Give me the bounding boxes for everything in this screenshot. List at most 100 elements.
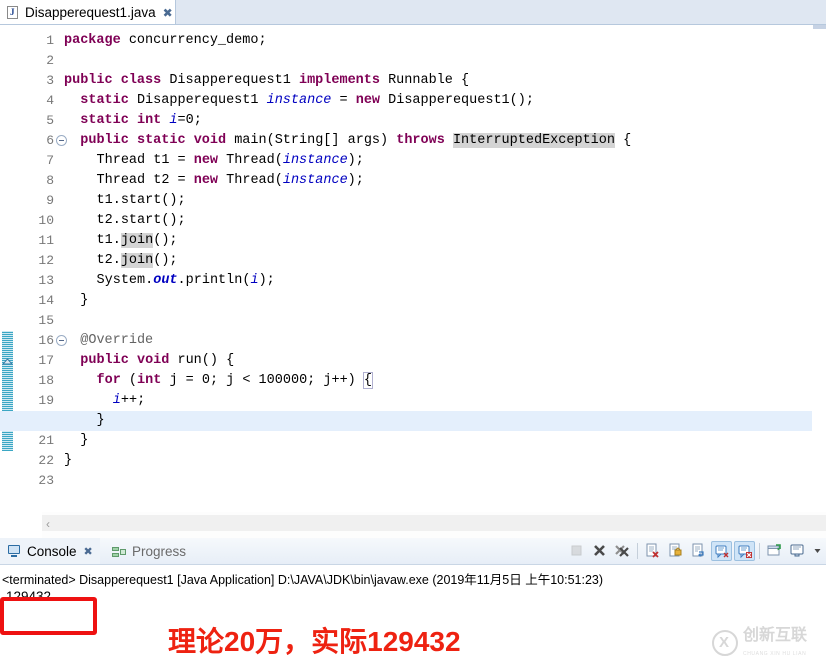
overview-ruler[interactable] [812, 25, 826, 512]
code-token: class [120, 73, 162, 88]
line-number-gutter: 1234567891011121314151617181920212223 [15, 25, 67, 512]
watermark-subtitle: CHUANG XIN HU LIAN [743, 651, 807, 657]
clear-console-icon[interactable] [642, 541, 663, 561]
code-token: concurrency_demo; [120, 33, 267, 48]
annotation-note: 理论20万，实际129432 [168, 626, 461, 657]
remove-launch-icon[interactable] [589, 541, 610, 561]
code-line[interactable] [60, 471, 64, 491]
console-icon [7, 544, 22, 558]
editor-horizontal-scrollbar[interactable]: ‹ [0, 512, 826, 538]
code-token: public [64, 73, 113, 88]
annotation-change-marker[interactable] [2, 331, 13, 451]
code-line[interactable]: t1.join(); [60, 231, 178, 251]
code-token: instance [282, 173, 348, 188]
code-token: join [120, 233, 154, 248]
code-token: for [96, 373, 121, 388]
code-line[interactable]: public class Disapperequest1 implements … [60, 71, 469, 91]
code-token: Runnable { [379, 73, 470, 88]
line-number: 6 [46, 133, 54, 148]
code-line[interactable]: t1.start(); [60, 191, 186, 211]
code-line[interactable]: static Disapperequest1 instance = new Di… [60, 91, 534, 111]
vertical-scrollbar-thumb[interactable] [813, 25, 826, 29]
console-status-line: <terminated> Disapperequest1 [Java Appli… [2, 573, 604, 587]
code-token: Disapperequest1 [128, 93, 267, 108]
code-token: } [96, 413, 105, 428]
code-token: new [193, 173, 219, 188]
code-editor[interactable]: 1234567891011121314151617181920212223 pa… [0, 25, 826, 512]
tab-progress[interactable]: Progress [105, 538, 193, 564]
open-console-dropdown-icon[interactable] [810, 541, 823, 561]
source-code-area[interactable]: package concurrency_demo;public class Di… [0, 25, 826, 512]
code-line[interactable]: Thread t2 = new Thread(instance); [60, 171, 364, 191]
code-line[interactable]: package concurrency_demo; [60, 31, 267, 51]
code-line[interactable]: for (int j = 0; j < 100000; j++) { [60, 371, 374, 391]
code-line[interactable]: Thread t1 = new Thread(instance); [60, 151, 364, 171]
code-token: throws [396, 133, 445, 148]
code-token: out [153, 273, 178, 288]
horizontal-scroll-track[interactable] [42, 515, 826, 531]
scroll-left-arrow-icon[interactable]: ‹ [46, 518, 50, 530]
editor-tab-disapperequest1[interactable]: J Disapperequest1.java ✖ [0, 0, 176, 25]
code-token: .println( [177, 273, 251, 288]
code-token: i [112, 393, 121, 408]
code-line[interactable]: t2.join(); [60, 251, 178, 271]
code-line[interactable]: System.out.println(i); [60, 271, 275, 291]
code-line[interactable]: t2.start(); [60, 211, 186, 231]
override-indicator-icon[interactable] [1, 355, 14, 366]
close-icon[interactable]: ✖ [163, 7, 173, 19]
code-line[interactable]: i++; [60, 391, 145, 411]
code-line[interactable]: public void run() { [60, 351, 234, 371]
code-line[interactable]: static int i=0; [60, 111, 202, 131]
code-line[interactable] [60, 51, 64, 71]
java-file-icon: J [6, 5, 20, 20]
line-number: 19 [38, 393, 54, 408]
code-line[interactable]: public static void main(String[] args) t… [60, 131, 631, 151]
line-number: 7 [46, 153, 54, 168]
code-token: ); [347, 173, 364, 188]
code-token: } [64, 453, 73, 468]
line-number: 14 [38, 293, 54, 308]
code-token: int [136, 113, 162, 128]
annotation-ruler[interactable] [0, 25, 15, 512]
close-icon[interactable]: ✖ [84, 545, 93, 558]
show-console-on-output-icon[interactable] [711, 541, 732, 561]
scroll-lock-icon[interactable] [665, 541, 686, 561]
show-console-on-error-icon[interactable] [734, 541, 755, 561]
line-number: 5 [46, 113, 54, 128]
eclipse-window: J Disapperequest1.java ✖ 1 2 3 4 5 6 7 8 9 10 11 12… [0, 0, 826, 664]
code-token: (); [153, 253, 178, 268]
line-number: 2 [46, 53, 54, 68]
tab-console[interactable]: Console ✖ [0, 538, 100, 564]
editor-tab-label: Disapperequest1.java [25, 5, 156, 20]
word-wrap-icon[interactable] [688, 541, 709, 561]
code-line[interactable]: } [60, 431, 88, 451]
code-token: void [193, 133, 227, 148]
console-tab-bar: Console ✖ Progress [0, 538, 826, 565]
code-token: instance [282, 153, 348, 168]
watermark-name: 创新互联 [743, 627, 808, 644]
code-line[interactable]: } [60, 291, 88, 311]
code-line[interactable]: @Override [60, 331, 153, 351]
current-line-highlight [0, 411, 826, 431]
code-token: } [80, 293, 89, 308]
code-token: static [136, 133, 186, 148]
editor-tab-bar: J Disapperequest1.java ✖ [0, 0, 826, 25]
tab-console-label: Console [27, 543, 77, 559]
code-line[interactable]: } [60, 411, 105, 431]
code-token: { [362, 372, 374, 389]
remove-all-terminated-icon[interactable] [612, 541, 633, 561]
pin-console-icon[interactable] [764, 541, 785, 561]
line-number: 11 [38, 233, 54, 248]
code-line[interactable] [60, 311, 64, 331]
display-selected-console-icon[interactable] [787, 541, 808, 561]
code-token: static [80, 113, 129, 128]
code-token: instance [266, 93, 332, 108]
line-number: 8 [46, 173, 54, 188]
code-token: new [193, 153, 219, 168]
line-number: 22 [38, 453, 54, 468]
code-line[interactable]: } [60, 451, 72, 471]
scrollbar-corner [0, 512, 42, 538]
code-token: @Override [80, 333, 154, 348]
